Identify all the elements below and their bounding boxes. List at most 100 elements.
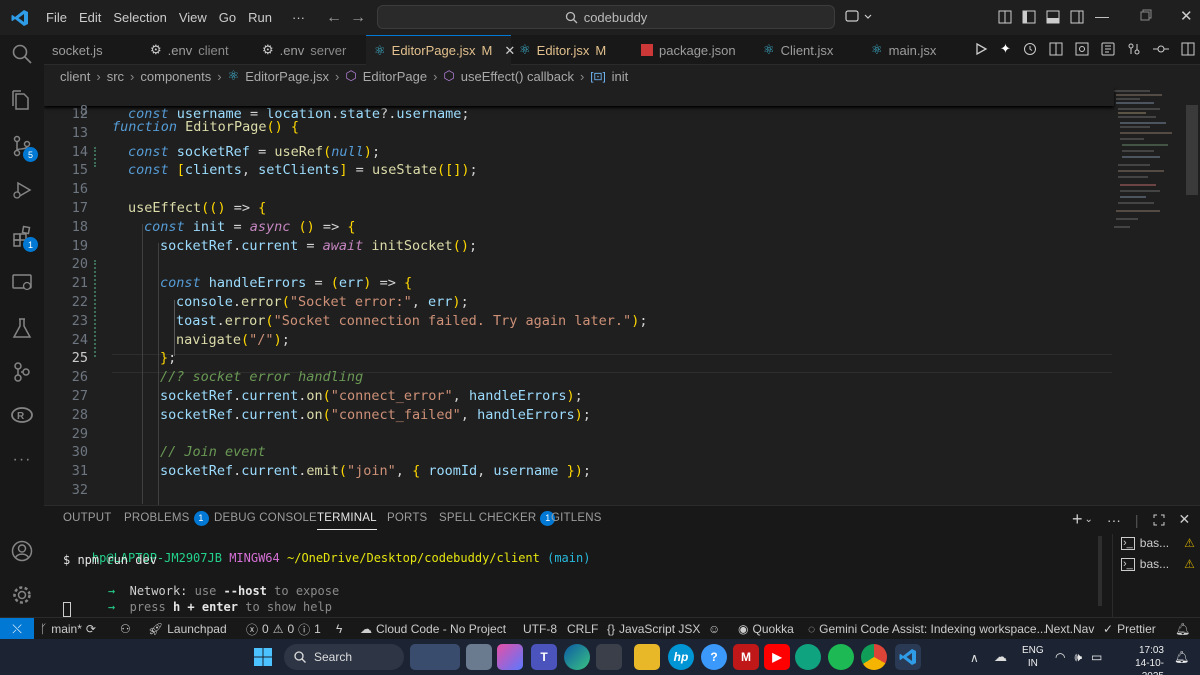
chrome-icon[interactable] bbox=[861, 644, 887, 670]
panel-tab-spell-checker[interactable]: SPELL CHECKER 1 bbox=[439, 506, 556, 530]
panel-tab-problems[interactable]: PROBLEMS 1 bbox=[124, 506, 209, 530]
explorer-icon[interactable] bbox=[8, 86, 36, 114]
breadcrumb-client[interactable]: client bbox=[60, 69, 90, 84]
code-line[interactable]: 16 bbox=[44, 181, 1114, 200]
tab-package-json[interactable]: package.json bbox=[633, 35, 755, 65]
terminal-instance[interactable]: ›_ bas... ⚠ bbox=[1121, 536, 1195, 550]
quokka-status[interactable]: ◉ Quokka bbox=[738, 618, 794, 640]
system-tray[interactable]: ◠ 🕪︎ ▭ bbox=[1055, 650, 1102, 665]
branch-status[interactable]: ᚴ main* ⟳ bbox=[40, 618, 96, 640]
code-line[interactable]: 17 useEffect(() => { bbox=[44, 200, 1114, 219]
panel-tab-output[interactable]: OUTPUT bbox=[63, 506, 111, 530]
scrollbar-thumb[interactable] bbox=[1186, 105, 1198, 195]
preview-search-icon[interactable] bbox=[1075, 42, 1089, 56]
cloud-code-status[interactable]: ☁ Cloud Code - No Project bbox=[360, 618, 506, 640]
terminal-instance[interactable]: ›_ bas... ⚠ bbox=[1121, 557, 1195, 571]
remote-indicator-icon[interactable]: ⤬ bbox=[0, 618, 34, 640]
forward-arrow-icon[interactable]: → bbox=[350, 9, 366, 27]
tray-chevron-up-icon[interactable]: ∧ bbox=[970, 651, 979, 665]
timeline-icon[interactable] bbox=[1023, 42, 1037, 56]
account-icon[interactable] bbox=[8, 537, 36, 565]
maximize-panel-icon[interactable] bbox=[1153, 514, 1165, 526]
code-line[interactable]: 29 bbox=[44, 426, 1114, 445]
command-center-search[interactable]: codebuddy bbox=[377, 5, 835, 29]
copilot-icon[interactable] bbox=[845, 8, 873, 26]
edge-icon[interactable] bbox=[564, 644, 590, 670]
panel-tab-debug-console[interactable]: DEBUG CONSOLE bbox=[214, 506, 317, 530]
editor-scrollbar[interactable] bbox=[1186, 87, 1200, 505]
menu-run[interactable]: Run bbox=[242, 0, 278, 35]
breadcrumb-file[interactable]: EditorPage.jsx bbox=[245, 69, 329, 84]
open-changes-icon[interactable] bbox=[1101, 42, 1115, 56]
more-views-icon[interactable]: ··· bbox=[8, 446, 36, 474]
code-line[interactable]: 20 bbox=[44, 256, 1114, 275]
testing-flask-icon[interactable] bbox=[8, 314, 36, 342]
code-line[interactable]: 31 socketRef.current.emit("join", { roomI… bbox=[44, 463, 1114, 482]
git-graph-icon[interactable]: ⚇ bbox=[120, 618, 131, 640]
lightning-icon[interactable]: ϟ bbox=[336, 618, 342, 640]
toggle-sidebar-icon[interactable] bbox=[1022, 10, 1036, 24]
chevron-down-icon[interactable]: ⌄ bbox=[1085, 514, 1093, 525]
quokka-icon[interactable]: R bbox=[8, 401, 36, 429]
gitlens-icon[interactable] bbox=[8, 358, 36, 386]
code-line[interactable]: 30 // Join event bbox=[44, 444, 1114, 463]
search-highlight-icon[interactable] bbox=[410, 644, 460, 670]
ms-store-icon[interactable] bbox=[596, 644, 622, 670]
breadcrumb-component[interactable]: EditorPage bbox=[363, 69, 427, 84]
launchpad-status[interactable]: 🚀︎ Launchpad bbox=[148, 618, 227, 640]
code-editor[interactable]: 8 function EditorPage() { 12 const userna… bbox=[44, 87, 1200, 505]
panel-tab-ports[interactable]: PORTS bbox=[387, 506, 427, 530]
code-line[interactable]: 23 toast.error("Socket connection failed.… bbox=[44, 313, 1114, 332]
tab-editor-jsx[interactable]: ⚛ Editor.jsx M bbox=[511, 35, 633, 65]
encoding-status[interactable]: UTF-8 bbox=[523, 618, 557, 640]
windows-start-icon[interactable] bbox=[254, 648, 272, 666]
code-line[interactable]: 26 //? socket error handling bbox=[44, 369, 1114, 388]
git-compare-icon[interactable] bbox=[1127, 42, 1141, 56]
breadcrumb-components[interactable]: components bbox=[140, 69, 211, 84]
close-panel-icon[interactable]: ✕ bbox=[1179, 511, 1191, 528]
toggle-panel-icon[interactable] bbox=[1046, 10, 1060, 24]
minimap[interactable] bbox=[1110, 87, 1186, 237]
code-line[interactable]: 28 socketRef.current.on("connect_failed",… bbox=[44, 407, 1114, 426]
more-actions-icon[interactable]: ··· bbox=[1107, 512, 1121, 528]
language-status[interactable]: {} JavaScript JSX bbox=[607, 618, 700, 640]
problems-status[interactable]: ⓧ 0 ⚠ 0 ⓘ 1 bbox=[246, 618, 321, 640]
breadcrumb-callback[interactable]: useEffect() callback bbox=[461, 69, 574, 84]
code-line[interactable]: 14 const socketRef = useRef(null); bbox=[44, 144, 1114, 163]
chatgpt-icon[interactable] bbox=[795, 644, 821, 670]
menu-selection[interactable]: Selection bbox=[107, 0, 172, 35]
menu-file[interactable]: File bbox=[40, 0, 73, 35]
task-view-icon[interactable] bbox=[466, 644, 492, 670]
source-circle-icon[interactable] bbox=[1152, 42, 1169, 56]
menu-edit[interactable]: Edit bbox=[73, 0, 107, 35]
copilot-status-icon[interactable]: ☺ bbox=[708, 618, 720, 640]
mcafee-icon[interactable]: M bbox=[733, 644, 759, 670]
sticky-scroll-line[interactable]: 8 function EditorPage() { bbox=[44, 87, 1114, 135]
nextnav-status[interactable]: Next.Nav bbox=[1045, 618, 1094, 640]
breadcrumb-init[interactable]: init bbox=[612, 69, 629, 84]
notification-bell-icon[interactable]: 🔔︎ bbox=[1174, 650, 1189, 664]
customize-layout-icon[interactable] bbox=[998, 10, 1012, 24]
vscode-taskbar-icon[interactable] bbox=[895, 644, 921, 670]
tab-socket-js[interactable]: socket.js bbox=[44, 35, 142, 65]
tab-env-server[interactable]: ⚙ .env server bbox=[254, 35, 366, 65]
minimize-icon[interactable]: — bbox=[1095, 8, 1109, 24]
breadcrumb-src[interactable]: src bbox=[107, 69, 124, 84]
split-editor-icon[interactable] bbox=[1181, 42, 1195, 56]
terminal-scrollbar[interactable] bbox=[1098, 536, 1102, 606]
code-line[interactable]: 22 console.error("Socket error:", err); bbox=[44, 294, 1114, 313]
tab-editorpage-jsx[interactable]: ⚛ EditorPage.jsx M ✕ bbox=[366, 35, 515, 65]
notifications-bell-icon[interactable]: 🔔︎ bbox=[1175, 618, 1190, 640]
tab-env-client[interactable]: ⚙ .env client bbox=[142, 35, 254, 65]
weather-cloud-icon[interactable]: ☁ bbox=[994, 649, 1007, 665]
new-terminal-icon[interactable]: + bbox=[1072, 509, 1083, 530]
settings-gear-icon[interactable] bbox=[8, 581, 36, 609]
code-line[interactable]: 21 const handleErrors = (err) => { bbox=[44, 275, 1114, 294]
sparkle-icon[interactable]: ✦ bbox=[1000, 42, 1011, 56]
code-line[interactable]: 32 bbox=[44, 482, 1114, 501]
file-explorer-icon[interactable] bbox=[634, 644, 660, 670]
run-icon[interactable] bbox=[974, 42, 988, 56]
restore-icon[interactable] bbox=[1140, 9, 1152, 21]
back-arrow-icon[interactable]: ← bbox=[326, 9, 342, 27]
menu-go[interactable]: Go bbox=[213, 0, 242, 35]
